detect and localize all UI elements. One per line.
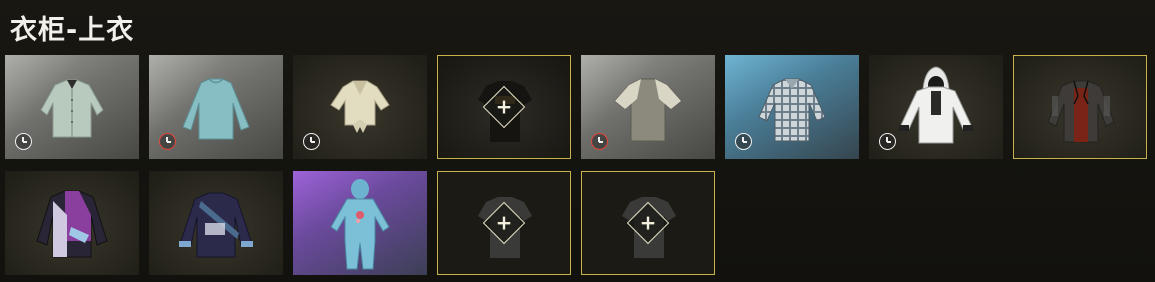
- item-slot-white-hoodie[interactable]: [869, 55, 1003, 159]
- empty-slot-add[interactable]: +: [437, 55, 571, 159]
- track-jacket-icon: [36, 190, 108, 258]
- timer-clock-icon: [879, 133, 896, 150]
- item-slot-leather-jacket-selected[interactable]: [1013, 55, 1147, 159]
- page-title: 衣柜-上衣: [10, 15, 135, 46]
- add-plus-glyph: +: [639, 210, 657, 235]
- item-slot-light-green-button-shirt[interactable]: [5, 55, 139, 159]
- timer-clock-icon: [159, 133, 176, 150]
- add-plus-glyph: +: [495, 210, 513, 235]
- timer-clock-icon: [591, 133, 608, 150]
- timer-clock-icon: [15, 133, 32, 150]
- leather-jacket-icon: [1047, 80, 1115, 143]
- onesie-icon: [330, 179, 390, 270]
- sweater-icon: [179, 192, 253, 258]
- item-slot-tied-cream-blouse[interactable]: [293, 55, 427, 159]
- item-slot-navy-sweater[interactable]: [149, 171, 283, 275]
- timer-clock-icon: [303, 133, 320, 150]
- wardrobe-panel: { "title": "衣柜-上衣", "colors": { "selecte…: [0, 0, 1155, 282]
- item-slot-plaid-shirt[interactable]: [725, 55, 859, 159]
- timer-clock-icon: [735, 133, 752, 150]
- empty-slot-add[interactable]: +: [581, 171, 715, 275]
- empty-slot-add[interactable]: +: [437, 171, 571, 275]
- item-slot-raglan-tshirt[interactable]: [581, 55, 715, 159]
- item-slot-blue-onesie[interactable]: [293, 171, 427, 275]
- item-slot-teal-long-sleeve-shirt[interactable]: [149, 55, 283, 159]
- item-slot-purple-track-jacket[interactable]: [5, 171, 139, 275]
- add-plus-glyph: +: [495, 94, 513, 119]
